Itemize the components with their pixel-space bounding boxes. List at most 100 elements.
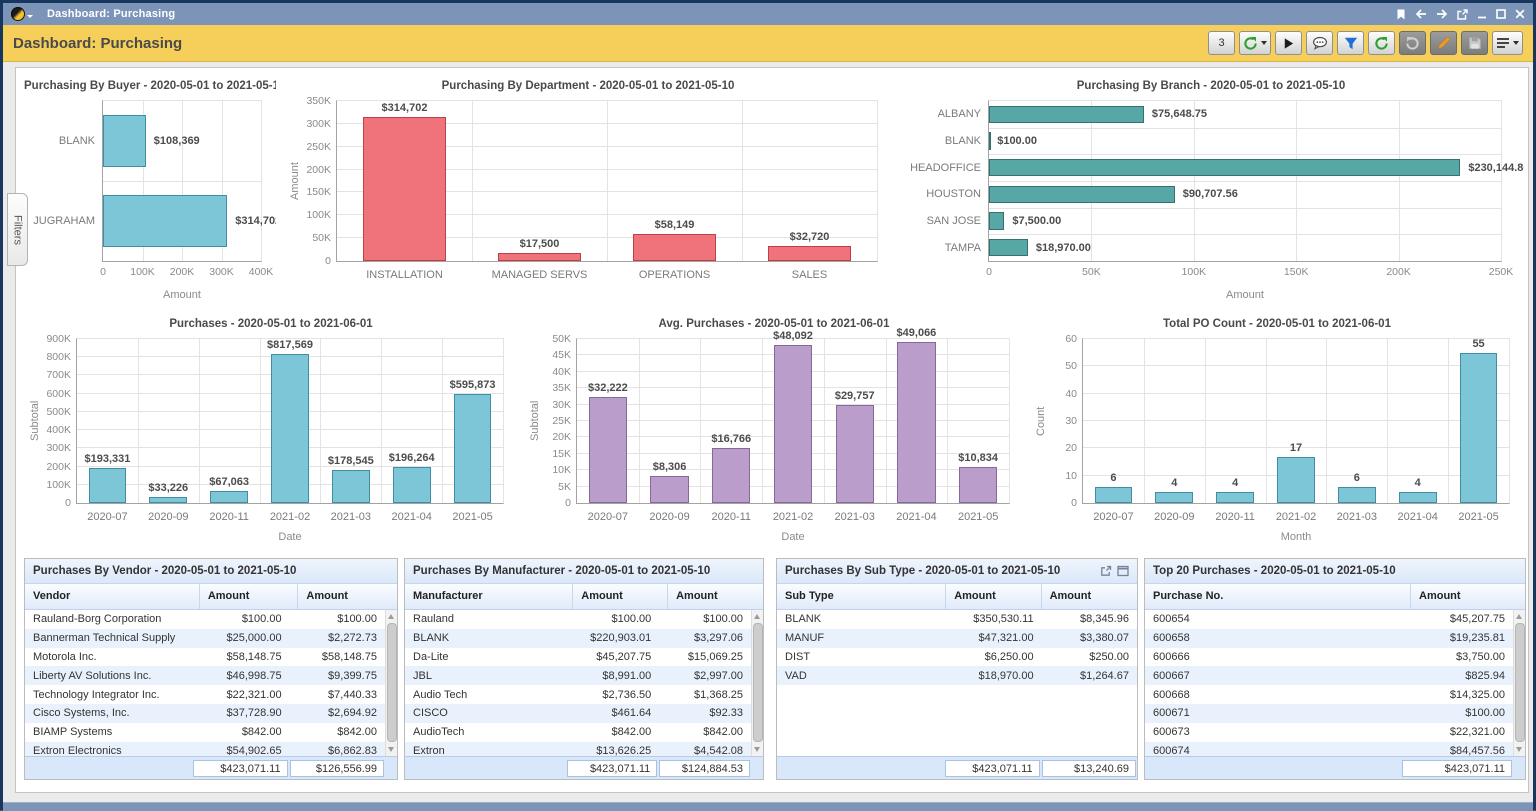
bar-houston[interactable] [989, 186, 1175, 203]
popout-icon[interactable] [1100, 565, 1112, 577]
arrow-left-icon[interactable] [1415, 9, 1427, 19]
column-header-manufacturer[interactable]: Manufacturer [405, 584, 573, 609]
bar-operations[interactable] [633, 234, 717, 261]
bookmark-icon[interactable] [1396, 9, 1406, 20]
bar-blank[interactable] [989, 132, 991, 149]
scroll-down-arrow-icon[interactable] [1516, 747, 1522, 752]
arrow-right-icon[interactable] [1436, 9, 1448, 19]
comments-button[interactable] [1306, 31, 1333, 55]
column-header-vendor[interactable]: Vendor [25, 584, 200, 609]
window-restore-icon[interactable] [1117, 565, 1129, 577]
table-row[interactable]: CISCO$461.64$92.33 [405, 704, 751, 723]
table-row[interactable]: 600673$22,321.00 [1145, 723, 1513, 742]
table-row[interactable]: 600667$825.94 [1145, 666, 1513, 685]
table-row[interactable]: MANUF$47,321.00$3,380.07 [777, 629, 1137, 648]
bar-blank[interactable] [103, 115, 146, 166]
scroll-down-arrow-icon[interactable] [388, 747, 394, 752]
bar-headoffice[interactable] [989, 159, 1460, 176]
table-row[interactable]: Rauland$100.00$100.00 [405, 610, 751, 629]
table-row[interactable]: 600666$3,750.00 [1145, 648, 1513, 667]
bar-2021-05[interactable] [454, 394, 492, 503]
bar-2020-09[interactable] [149, 497, 187, 503]
scroll-thumb[interactable] [387, 623, 397, 742]
bar-2020-09[interactable] [1155, 492, 1193, 503]
table-row[interactable]: 600674$84,457.56 [1145, 742, 1513, 756]
table-row[interactable]: VAD$18,970.00$1,264.67 [777, 666, 1137, 685]
refresh-button[interactable] [1368, 31, 1395, 55]
table-row[interactable]: 600668$14,325.00 [1145, 685, 1513, 704]
external-link-icon[interactable] [1457, 9, 1468, 20]
bar-2021-04[interactable] [393, 467, 431, 503]
undo-button[interactable] [1399, 31, 1426, 55]
bar-2020-07[interactable] [89, 468, 127, 503]
save-button[interactable] [1461, 31, 1488, 55]
bar-2021-03[interactable] [1338, 487, 1376, 503]
column-header-amount[interactable]: Amount [946, 584, 1041, 609]
table-row[interactable]: 600654$45,207.75 [1145, 610, 1513, 629]
maximize-icon[interactable] [1496, 9, 1506, 19]
refresh-count-button[interactable]: 3 [1208, 31, 1235, 55]
table-row[interactable]: BLANK$220,903.01$3,297.06 [405, 629, 751, 648]
bar-2020-11[interactable] [1216, 492, 1254, 503]
bar-albany[interactable] [989, 106, 1144, 123]
bar-2020-07[interactable] [1095, 487, 1133, 503]
app-logo-icon[interactable] [11, 7, 25, 21]
column-header-amount[interactable]: Amount [1411, 584, 1525, 609]
bar-2021-02[interactable] [1277, 457, 1315, 503]
column-header-sub-type[interactable]: Sub Type [777, 584, 946, 609]
column-header-amount[interactable]: Amount [668, 584, 763, 609]
column-header-amount[interactable]: Amount [298, 584, 397, 609]
table-row[interactable]: Motorola Inc.$58,148.75$58,148.75 [25, 648, 385, 667]
bar-sales[interactable] [768, 246, 852, 261]
bar-tampa[interactable] [989, 239, 1028, 256]
scroll-up-arrow-icon[interactable] [388, 614, 394, 619]
scroll-up-arrow-icon[interactable] [1516, 614, 1522, 619]
table-row[interactable]: AudioTech$842.00$842.00 [405, 723, 751, 742]
scroll-down-arrow-icon[interactable] [754, 747, 760, 752]
table-row[interactable]: Liberty AV Solutions Inc.$46,998.75$9,39… [25, 666, 385, 685]
table-row[interactable]: Bannerman Technical Supply$25,000.00$2,2… [25, 629, 385, 648]
column-header-amount[interactable]: Amount [1042, 584, 1137, 609]
bar-2021-02[interactable] [271, 354, 309, 503]
filter-button[interactable] [1337, 31, 1364, 55]
bar-jugraham[interactable] [103, 195, 227, 246]
column-header-purchase-no-[interactable]: Purchase No. [1145, 584, 1411, 609]
scroll-thumb[interactable] [1515, 623, 1525, 742]
column-header-amount[interactable]: Amount [200, 584, 299, 609]
logo-caret-icon[interactable] [27, 15, 33, 18]
auto-refresh-button[interactable] [1239, 31, 1271, 55]
table-row[interactable]: Rauland-Borg Corporation$100.00$100.00 [25, 610, 385, 629]
bar-san-jose[interactable] [989, 212, 1004, 229]
minimize-icon[interactable] [1477, 9, 1487, 19]
table-row[interactable]: DIST$6,250.00$250.00 [777, 648, 1137, 667]
bar-2020-07[interactable] [589, 397, 627, 503]
bar-2021-02[interactable] [774, 345, 812, 503]
table-row[interactable]: 600658$19,235.81 [1145, 629, 1513, 648]
vertical-scrollbar[interactable] [385, 610, 397, 756]
table-row[interactable]: JBL$8,991.00$2,997.00 [405, 666, 751, 685]
scroll-up-arrow-icon[interactable] [754, 614, 760, 619]
menu-button[interactable] [1492, 31, 1523, 55]
bar-2020-11[interactable] [712, 448, 750, 503]
table-row[interactable]: Extron Electronics$54,902.65$6,862.83 [25, 742, 385, 756]
bar-installation[interactable] [363, 117, 447, 261]
table-row[interactable]: Cisco Systems, Inc.$37,728.90$2,694.92 [25, 704, 385, 723]
bar-2021-05[interactable] [959, 467, 997, 503]
bar-2021-04[interactable] [1399, 492, 1437, 503]
table-row[interactable]: BLANK$350,530.11$8,345.96 [777, 610, 1137, 629]
scroll-thumb[interactable] [753, 623, 763, 742]
bar-2020-11[interactable] [210, 491, 248, 503]
bar-2021-03[interactable] [332, 470, 370, 503]
edit-button[interactable] [1430, 31, 1457, 55]
table-row[interactable]: Da-Lite$45,207.75$15,069.25 [405, 648, 751, 667]
table-row[interactable]: Extron$13,626.25$4,542.08 [405, 742, 751, 756]
column-header-amount[interactable]: Amount [573, 584, 668, 609]
bar-2021-04[interactable] [897, 342, 935, 503]
table-row[interactable]: Technology Integrator Inc.$22,321.00$7,4… [25, 685, 385, 704]
close-icon[interactable] [1515, 9, 1525, 19]
vertical-scrollbar[interactable] [751, 610, 763, 756]
table-row[interactable]: Audio Tech$2,736.50$1,368.25 [405, 685, 751, 704]
filters-tab[interactable]: Filters [7, 193, 28, 266]
table-row[interactable]: BIAMP Systems$842.00$842.00 [25, 723, 385, 742]
bar-2021-03[interactable] [836, 405, 874, 503]
